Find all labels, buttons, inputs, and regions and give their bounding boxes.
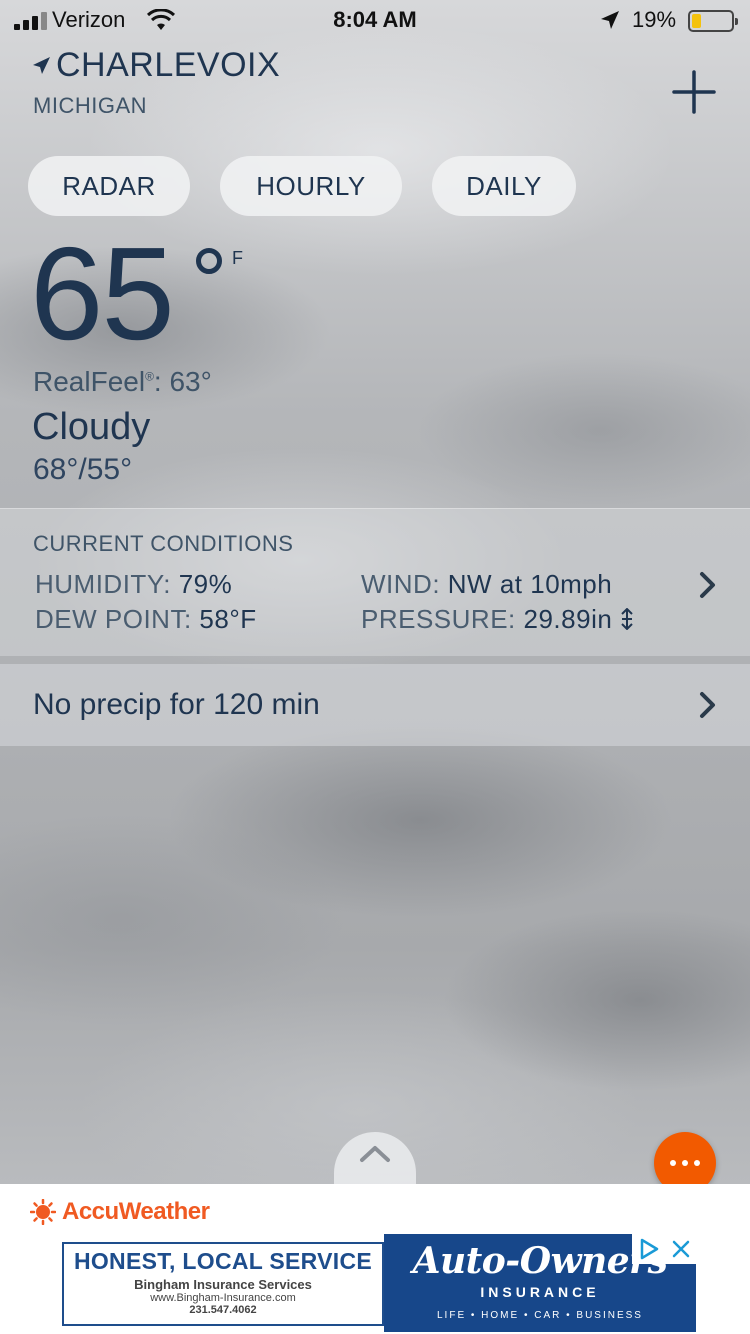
realfeel-temperature: RealFeel®: 63° <box>33 366 212 398</box>
current-conditions-title: CURRENT CONDITIONS <box>33 531 294 556</box>
wind-row: WIND: NW at 10mph <box>361 569 612 600</box>
location-header[interactable]: CHARLEVOIX MICHIGAN <box>30 46 280 119</box>
close-icon[interactable] <box>671 1239 691 1259</box>
pressure-trend-icon <box>621 607 633 631</box>
ad-headline: HONEST, LOCAL SERVICE <box>73 1248 373 1274</box>
dew-point-row: DEW POINT: 58°F <box>35 604 257 635</box>
location-arrow-icon <box>33 56 50 74</box>
realfeel-label: RealFeel <box>33 366 146 397</box>
current-temperature: 65 <box>30 220 175 367</box>
tab-daily[interactable]: DAILY <box>432 156 576 216</box>
ad-website: www.Bingham-Insurance.com <box>150 1292 296 1304</box>
state-name: MICHIGAN <box>33 93 147 118</box>
ad-brand-sub: INSURANCE <box>480 1284 600 1300</box>
expand-up-button[interactable] <box>334 1132 416 1192</box>
more-dots-icon <box>670 1160 700 1166</box>
battery-icon <box>688 10 738 32</box>
accuweather-logo[interactable]: AccuWeather <box>30 1198 210 1226</box>
humidity-row: HUMIDITY: 79% <box>35 569 232 600</box>
pressure-label: PRESSURE: <box>361 604 516 634</box>
brand-name: AccuWeather <box>62 1198 210 1225</box>
degree-symbol <box>196 248 222 274</box>
humidity-label: HUMIDITY: <box>35 569 171 599</box>
chevron-right-icon[interactable] <box>698 691 718 719</box>
wind-label: WIND: <box>361 569 441 599</box>
humidity-value: 79% <box>178 569 233 599</box>
ad-tagline: LIFE • HOME • CAR • BUSINESS <box>437 1310 643 1321</box>
realfeel-registered-mark: ® <box>145 369 154 384</box>
pressure-value: 29.89in <box>523 604 613 634</box>
dew-point-label: DEW POINT: <box>35 604 192 634</box>
current-conditions-panel[interactable]: CURRENT CONDITIONS HUMIDITY: 79% DEW POI… <box>0 508 750 656</box>
weather-phrase: Cloudy <box>32 406 151 448</box>
footer: AccuWeather HONEST, LOCAL SERVICE Bingha… <box>0 1184 750 1334</box>
precip-forecast-text: No precip for 120 min <box>33 688 320 721</box>
temperature-unit: F <box>232 248 243 268</box>
wind-value: NW at 10mph <box>447 569 613 599</box>
battery-percent: 19% <box>632 7 677 32</box>
adchoices-icon[interactable] <box>638 1238 660 1260</box>
status-bar: Verizon 8:04 AM 19% <box>0 0 750 40</box>
minutecast-row[interactable]: No precip for 120 min <box>0 664 750 746</box>
high-low-temperature: 68°/55° <box>33 453 133 486</box>
ad-local-agency[interactable]: HONEST, LOCAL SERVICE Bingham Insurance … <box>62 1242 384 1326</box>
dew-point-value: 58°F <box>199 604 257 634</box>
location-services-icon <box>601 11 619 29</box>
ad-brand-panel[interactable]: Auto-Owners INSURANCE LIFE • HOME • CAR … <box>384 1234 696 1332</box>
ad-company: Bingham Insurance Services <box>134 1277 312 1292</box>
tab-radar[interactable]: RADAR <box>28 156 190 216</box>
ad-controls <box>632 1234 696 1264</box>
chevron-right-icon[interactable] <box>698 571 718 599</box>
tab-hourly[interactable]: HOURLY <box>220 156 402 216</box>
sun-icon <box>30 1199 56 1225</box>
ad-phone: 231.547.4062 <box>189 1304 257 1316</box>
chevron-up-icon <box>360 1146 390 1162</box>
pressure-row: PRESSURE: 29.89in <box>361 604 634 635</box>
view-tabs: RADAR HOURLY DAILY <box>28 156 606 216</box>
city-name: CHARLEVOIX <box>56 46 281 84</box>
advertisement-banner[interactable]: HONEST, LOCAL SERVICE Bingham Insurance … <box>62 1234 696 1332</box>
add-location-button[interactable] <box>670 68 718 116</box>
realfeel-value: : 63° <box>153 366 212 397</box>
